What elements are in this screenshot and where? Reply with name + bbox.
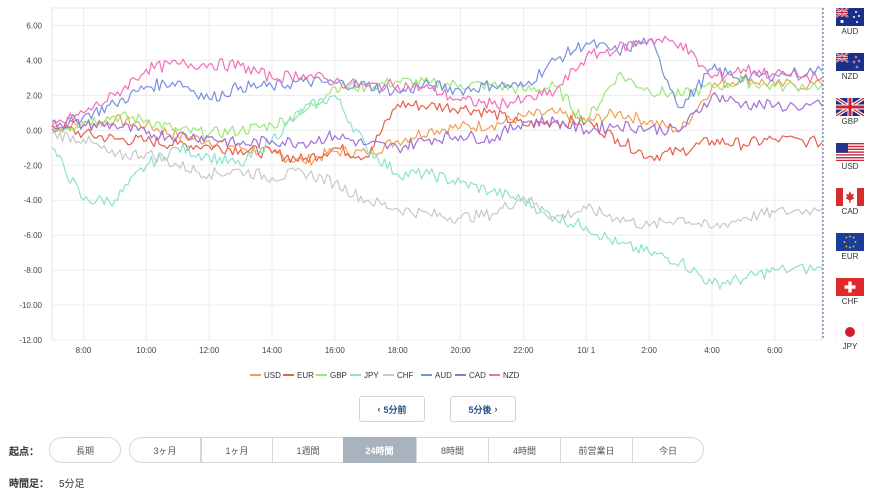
legend-label-eur: EUR <box>297 371 314 380</box>
flag-eur[interactable]: EUR <box>831 233 869 277</box>
x-tick-label: 10/ 1 <box>577 346 595 355</box>
x-tick-label: 14:00 <box>262 346 283 355</box>
flag-label: GBP <box>841 117 859 126</box>
legend-label-usd: USD <box>264 371 281 380</box>
legend-label-nzd: NZD <box>503 371 520 380</box>
x-tick-label: 6:00 <box>767 346 783 355</box>
flag-nzd[interactable]: NZD <box>831 53 869 97</box>
flag-label: CHF <box>841 297 859 306</box>
x-tick-label: 16:00 <box>325 346 346 355</box>
legend-label-chf: CHF <box>397 371 414 380</box>
y-tick-label: 4.00 <box>26 56 42 65</box>
x-tick-label: 8:00 <box>76 346 92 355</box>
flag-label: AUD <box>841 27 859 36</box>
next-5min-button[interactable]: 5分後 › <box>450 396 516 422</box>
swiss-flag-icon <box>831 278 869 296</box>
period-tab-4[interactable]: 24時間 <box>343 437 416 463</box>
currency-strength-chart: 6.00 4.00 2.00 0.00 -2.00 -4.00 -6.00 -8.00 -10.… <box>19 7 824 380</box>
legend-label-gbp: GBP <box>330 371 347 380</box>
flag-label: NZD <box>841 72 859 81</box>
flag-cad[interactable]: CAD <box>831 188 869 232</box>
uk-flag-icon <box>831 98 869 116</box>
flag-gbp[interactable]: GBP <box>831 98 869 142</box>
period-tab-1[interactable]: 3ヶ月 <box>129 437 201 463</box>
period-tab-0[interactable]: 長期 <box>49 437 121 463</box>
japan-flag-icon <box>831 323 869 341</box>
period-tab-6[interactable]: 4時間 <box>488 437 561 463</box>
x-tick-label: 22:00 <box>513 346 534 355</box>
chevron-right-icon: › <box>494 404 498 414</box>
canada-flag-icon <box>831 188 869 206</box>
eu-flag-icon <box>831 233 869 251</box>
new-zealand-flag-icon <box>831 53 869 71</box>
y-tick-label: 6.00 <box>26 21 42 30</box>
y-tick-label: -6.00 <box>24 231 43 240</box>
flag-label: EUR <box>841 252 859 261</box>
chevron-left-icon: ‹ <box>377 404 381 414</box>
period-tab-7[interactable]: 前営業日 <box>560 437 633 463</box>
legend-label-aud: AUD <box>435 371 452 380</box>
flag-aud[interactable]: AUD <box>831 8 869 52</box>
y-tick-label: -10.00 <box>19 301 42 310</box>
y-tick-label: -2.00 <box>24 161 43 170</box>
x-tick-label: 10:00 <box>136 346 157 355</box>
y-tick-label: -4.00 <box>24 196 43 205</box>
flag-chf[interactable]: CHF <box>831 278 869 322</box>
period-tab-2[interactable]: 1ヶ月 <box>201 437 273 463</box>
x-tick-label: 4:00 <box>704 346 720 355</box>
x-tick-label: 20:00 <box>451 346 472 355</box>
period-tab-5[interactable]: 8時間 <box>416 437 489 463</box>
flag-label: CAD <box>841 207 859 216</box>
prev-5min-button[interactable]: ‹ 5分前 <box>359 396 425 422</box>
x-tick-label: 2:00 <box>641 346 657 355</box>
timeframe-value: 5分足 <box>59 479 85 490</box>
y-tick-label: 2.00 <box>26 91 42 100</box>
flag-label: JPY <box>842 342 858 351</box>
legend-label-jpy: JPY <box>364 371 379 380</box>
period-tab-3[interactable]: 1週間 <box>272 437 344 463</box>
y-tick-label: -12.00 <box>19 336 42 345</box>
x-tick-label: 18:00 <box>388 346 409 355</box>
period-label: 起点： <box>9 447 39 458</box>
legend-label-cad: CAD <box>469 371 486 380</box>
plot-area <box>51 7 823 341</box>
timeframe-label: 時間足： <box>9 479 49 490</box>
australia-flag-icon <box>831 8 869 26</box>
us-flag-icon <box>831 143 869 161</box>
y-tick-label: -8.00 <box>24 266 43 275</box>
flag-label: USD <box>841 162 859 171</box>
y-tick-label: 0.00 <box>26 126 42 135</box>
x-tick-label: 12:00 <box>199 346 220 355</box>
flag-usd[interactable]: USD <box>831 143 869 187</box>
period-tab-8[interactable]: 今日 <box>632 437 704 463</box>
flag-jpy[interactable]: JPY <box>831 323 869 367</box>
